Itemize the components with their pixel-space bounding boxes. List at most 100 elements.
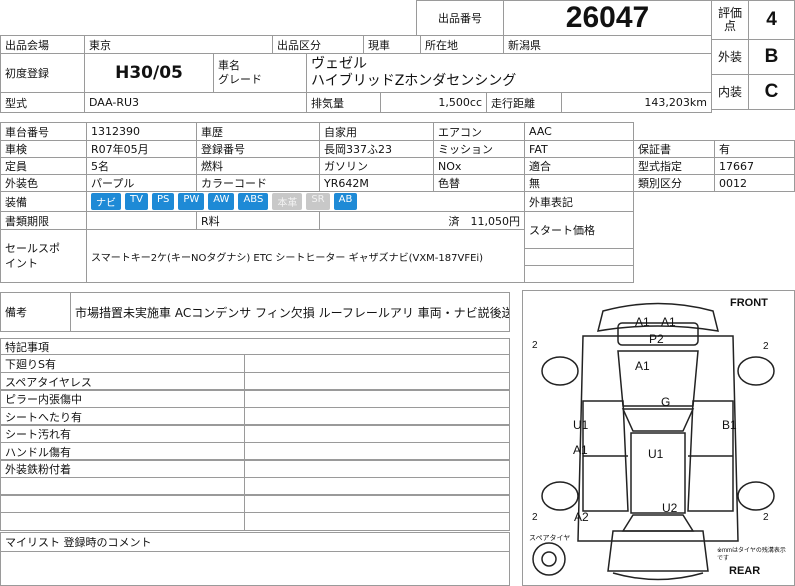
sales-point-value: スマートキー2ケ(キーNOタグナシ) ETC シートヒーター ギャザズナビ(VX… bbox=[86, 229, 525, 283]
front-bumper bbox=[596, 302, 720, 332]
note-item-detail bbox=[244, 512, 510, 531]
tire-depth-rr: 2 bbox=[763, 512, 769, 523]
ac-value: AAC bbox=[524, 122, 634, 141]
spare-tire bbox=[532, 542, 566, 576]
note-item bbox=[0, 494, 245, 513]
equipment-badges: ナビ TV PS PW AW ABS 本革 SR AB bbox=[86, 191, 525, 212]
class-label: 類別区分 bbox=[633, 174, 715, 192]
damage-mark-4[interactable]: A1 bbox=[635, 359, 650, 373]
damage-mark-5[interactable]: G bbox=[661, 395, 670, 409]
car-name-grade-labels: 車名 グレード bbox=[213, 53, 307, 93]
start-price-box-1 bbox=[524, 248, 634, 266]
tire-depth-fr: 2 bbox=[763, 341, 769, 352]
equipment-badge: 本革 bbox=[272, 193, 303, 210]
car-name-label: 車名 bbox=[218, 59, 240, 72]
trunk bbox=[607, 530, 709, 572]
remarks-label: 備考 bbox=[0, 292, 71, 332]
type-cert-label: 型式指定 bbox=[633, 157, 715, 175]
windshield bbox=[621, 408, 695, 432]
note-item: ピラー内張傷中 bbox=[0, 389, 245, 408]
equipment-badge: TV bbox=[125, 193, 148, 210]
tire-note: ※mmはタイヤの残溝表示です bbox=[717, 548, 786, 562]
chassis-label: 車台番号 bbox=[0, 122, 87, 141]
plate-value: 長岡337ふ23 bbox=[319, 140, 434, 158]
mylist-comment-box[interactable] bbox=[0, 551, 510, 586]
exterior-grade-label: 外装 bbox=[711, 39, 749, 75]
equipment-badge: AB bbox=[333, 193, 358, 210]
plate-label: 登録番号 bbox=[196, 140, 320, 158]
note-item-detail bbox=[244, 424, 510, 443]
note-item: シート汚れ有 bbox=[0, 424, 245, 443]
nox-label: NOx bbox=[433, 157, 525, 175]
note-item bbox=[0, 512, 245, 531]
note-item-detail bbox=[244, 494, 510, 513]
damage-mark-2[interactable]: A1 bbox=[661, 315, 676, 329]
model-label: 型式 bbox=[0, 92, 85, 113]
mileage-value: 143,203km bbox=[561, 92, 712, 113]
docs-label: 書類期限 bbox=[0, 211, 87, 230]
repaint-value: 無 bbox=[524, 174, 634, 192]
equipment-badge: AW bbox=[208, 193, 235, 210]
equipment-badge: PW bbox=[178, 193, 205, 210]
damage-mark-9[interactable]: U1 bbox=[648, 447, 663, 461]
interior-grade-label: 内装 bbox=[711, 74, 749, 110]
category-value: 現車 bbox=[363, 35, 421, 54]
damage-mark-8[interactable]: A1 bbox=[573, 443, 588, 457]
capacity-value: 5名 bbox=[86, 157, 197, 175]
rear-label: REAR bbox=[729, 565, 761, 577]
exterior-grade: B bbox=[748, 39, 795, 75]
eval-score: 4 bbox=[748, 0, 795, 40]
notes-header: 特記事項 bbox=[0, 338, 510, 355]
grade-value: ハイブリッドZホンダセンシング bbox=[311, 73, 517, 89]
damage-mark-11[interactable]: A2 bbox=[574, 510, 589, 524]
equipment-list: ナビ TV PS PW AW ABS 本革 SR AB bbox=[91, 193, 358, 210]
model-value: DAA-RU3 bbox=[84, 92, 307, 113]
location-label: 所在地 bbox=[420, 35, 504, 54]
fuel-value: ガソリン bbox=[319, 157, 434, 175]
capacity-label: 定員 bbox=[0, 157, 87, 175]
displacement-value: 1,500cc bbox=[380, 92, 487, 113]
venue-label: 出品会場 bbox=[0, 35, 85, 54]
tire-depth-fl: 2 bbox=[532, 340, 538, 351]
location-value: 新潟県 bbox=[503, 35, 712, 54]
equipment-badge: ABS bbox=[238, 193, 269, 210]
note-item-detail bbox=[244, 354, 510, 373]
damage-mark-1[interactable]: A1 bbox=[635, 315, 650, 329]
tire-rear-right bbox=[737, 481, 775, 511]
damage-mark-6[interactable]: U1 bbox=[573, 418, 588, 432]
mileage-label: 走行距離 bbox=[486, 92, 562, 113]
equipment-badge: SR bbox=[306, 193, 330, 210]
warranty-value: 有 bbox=[714, 140, 795, 158]
ac-label: エアコン bbox=[433, 122, 525, 141]
recycle-label: R料 bbox=[196, 211, 320, 230]
color-code-label: カラーコード bbox=[196, 174, 320, 192]
spare-tire-label: スペアタイヤ bbox=[529, 535, 571, 542]
car-name-grade-values: ヴェゼル ハイブリッドZホンダセンシング bbox=[306, 53, 712, 93]
equipment-badge: ナビ bbox=[91, 193, 121, 210]
nox-value: 適合 bbox=[524, 157, 634, 175]
damage-mark-3[interactable]: P2 bbox=[649, 332, 664, 346]
hood bbox=[617, 350, 699, 407]
recycle-value: 済 11,050円 bbox=[319, 211, 525, 230]
outer-notes-label: 外車表記 bbox=[524, 191, 634, 212]
class-value: 0012 bbox=[714, 174, 795, 192]
damage-diagram: FRONT A1 A1 P2 A1 G U1 B1 A1 U1 U2 A2 2 … bbox=[522, 290, 795, 586]
car-name-value: ヴェゼル bbox=[311, 56, 367, 72]
first-reg-label: 初度登録 bbox=[0, 53, 85, 93]
remarks-value: 市場措置未実施車 ACコンデンサ フィン欠損 ルーフレールアリ 車両・ナビ説後送 bbox=[70, 292, 510, 332]
mission-value: FAT bbox=[524, 140, 634, 158]
mission-label: ミッション bbox=[433, 140, 525, 158]
tire-front-left bbox=[541, 356, 579, 386]
damage-mark-7[interactable]: B1 bbox=[722, 418, 737, 432]
inspection-value: R07年05月 bbox=[86, 140, 197, 158]
category-label: 出品区分 bbox=[272, 35, 364, 54]
note-item-detail bbox=[244, 459, 510, 478]
equipment-badge: PS bbox=[151, 193, 175, 210]
inspection-label: 車検 bbox=[0, 140, 87, 158]
history-label: 車歴 bbox=[196, 122, 320, 141]
fuel-label: 燃料 bbox=[196, 157, 320, 175]
tire-depth-rl: 2 bbox=[532, 512, 538, 523]
equipment-label: 装備 bbox=[0, 191, 87, 212]
damage-mark-10[interactable]: U2 bbox=[662, 501, 677, 515]
interior-grade: C bbox=[748, 74, 795, 110]
